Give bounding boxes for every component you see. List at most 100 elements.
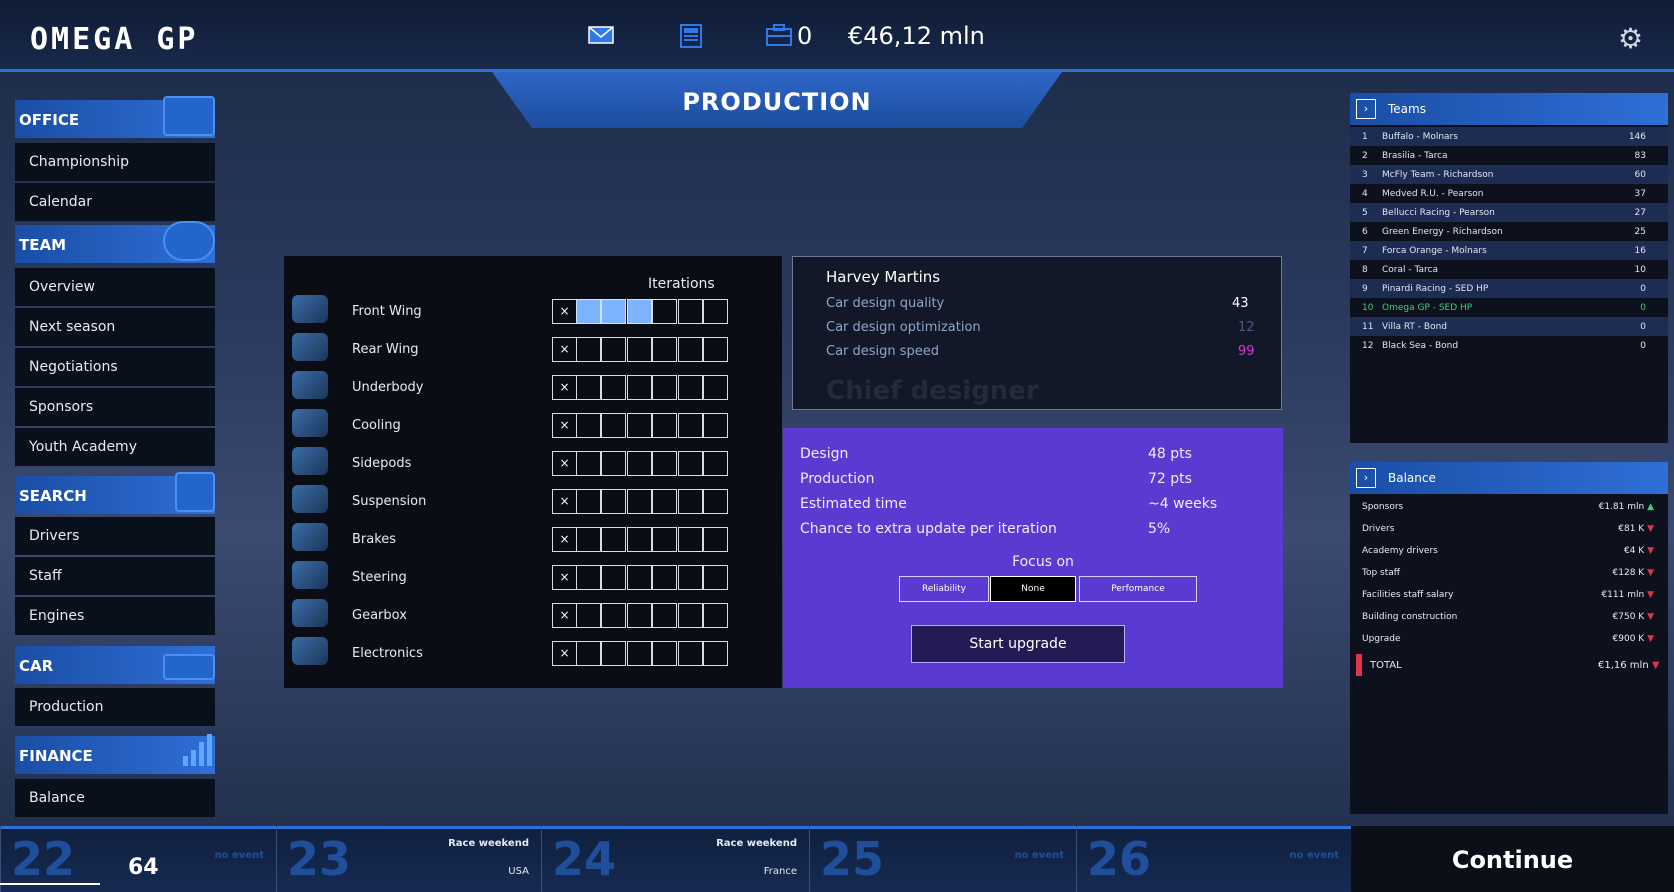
sidebar-item-engines[interactable]: Engines [15,597,215,635]
iteration-slot[interactable] [703,375,728,400]
remove-iteration-button[interactable]: × [552,603,577,628]
iteration-slot[interactable] [601,337,626,362]
remove-iteration-button[interactable]: × [552,451,577,476]
iteration-slot[interactable] [601,375,626,400]
calendar-day[interactable]: 23 Race weekend USA [276,826,541,892]
iteration-slot[interactable] [627,527,652,552]
iteration-slot[interactable] [601,527,626,552]
iteration-slot[interactable] [601,641,626,666]
iteration-slot[interactable] [652,641,677,666]
team-row[interactable]: 7 Forca Orange - Molnars 16 [1350,241,1668,260]
sidebar-item-balance[interactable]: Balance [15,779,215,817]
team-row[interactable]: 10 Omega GP - SED HP 0 [1350,298,1668,317]
iteration-slot[interactable] [601,413,626,438]
iteration-slot[interactable] [576,641,601,666]
iteration-slot[interactable] [627,565,652,590]
chevron-right-icon[interactable]: › [1356,99,1376,119]
iteration-slot[interactable] [652,337,677,362]
iteration-slot[interactable] [627,603,652,628]
sidebar-item-production[interactable]: Production [15,688,215,726]
focus-reliability-button[interactable]: Reliability [899,576,989,602]
remove-iteration-button[interactable]: × [552,299,577,324]
sidebar-item-overview[interactable]: Overview [15,268,215,306]
calendar-day[interactable]: 25 no event [809,826,1076,892]
iteration-slot[interactable] [703,451,728,476]
iteration-slot[interactable] [601,565,626,590]
sidebar-item-calendar[interactable]: Calendar [15,183,215,221]
team-row[interactable]: 6 Green Energy - Richardson 25 [1350,222,1668,241]
team-row[interactable]: 2 Brasilia - Tarca 83 [1350,146,1668,165]
team-row[interactable]: 12 Black Sea - Bond 0 [1350,336,1668,355]
team-row[interactable]: 4 Medved R.U. - Pearson 37 [1350,184,1668,203]
iteration-slot[interactable] [627,641,652,666]
iteration-slot[interactable] [652,451,677,476]
iteration-slot[interactable] [678,299,703,324]
iteration-slot[interactable] [652,413,677,438]
news-icon[interactable] [680,24,706,48]
gear-icon[interactable]: ⚙ [1618,22,1643,55]
iteration-slot[interactable] [576,565,601,590]
iteration-slot[interactable] [703,299,728,324]
iteration-slot[interactable] [576,451,601,476]
iteration-slot[interactable] [703,565,728,590]
iteration-slot[interactable] [678,451,703,476]
iteration-slot[interactable] [678,603,703,628]
remove-iteration-button[interactable]: × [552,337,577,362]
sidebar-item-staff[interactable]: Staff [15,557,215,595]
calendar-day[interactable]: 26 no event [1076,826,1351,892]
sidebar-item-next-season[interactable]: Next season [15,308,215,346]
iteration-slot[interactable] [652,603,677,628]
team-row[interactable]: 11 Villa RT - Bond 0 [1350,317,1668,336]
iteration-slot[interactable] [627,375,652,400]
iteration-slot[interactable] [627,489,652,514]
iteration-slot[interactable] [703,641,728,666]
briefcase-icon[interactable] [766,24,792,46]
sidebar-item-drivers[interactable]: Drivers [15,517,215,555]
team-row[interactable]: 3 McFly Team - Richardson 60 [1350,165,1668,184]
iteration-slot[interactable] [678,641,703,666]
iteration-slot[interactable] [678,375,703,400]
remove-iteration-button[interactable]: × [552,527,577,552]
iteration-slot[interactable] [678,337,703,362]
iteration-slot[interactable] [703,603,728,628]
remove-iteration-button[interactable]: × [552,565,577,590]
iteration-slot[interactable] [576,375,601,400]
sidebar-item-sponsors[interactable]: Sponsors [15,388,215,426]
team-row[interactable]: 8 Coral - Tarca 10 [1350,260,1668,279]
iteration-slot[interactable] [703,413,728,438]
iteration-slot[interactable] [627,451,652,476]
iteration-slot[interactable] [703,489,728,514]
mail-icon[interactable] [588,24,614,46]
sidebar-item-youth-academy[interactable]: Youth Academy [15,428,215,466]
start-upgrade-button[interactable]: Start upgrade [911,625,1125,663]
iteration-slot[interactable] [678,565,703,590]
focus-performance-button[interactable]: Perfomance [1079,576,1197,602]
iteration-slot[interactable] [652,489,677,514]
iteration-slot[interactable] [652,299,677,324]
iteration-slot[interactable] [601,451,626,476]
iteration-slot[interactable] [601,489,626,514]
sidebar-item-championship[interactable]: Championship [15,143,215,181]
iteration-slot[interactable] [703,527,728,552]
iteration-slot[interactable] [576,299,601,324]
team-row[interactable]: 1 Buffalo - Molnars 146 [1350,127,1668,146]
iteration-slot[interactable] [652,527,677,552]
remove-iteration-button[interactable]: × [552,641,577,666]
iteration-slot[interactable] [627,337,652,362]
iteration-slot[interactable] [601,299,626,324]
chevron-right-icon[interactable]: › [1356,468,1376,488]
team-row[interactable]: 9 Pinardi Racing - SED HP 0 [1350,279,1668,298]
iteration-slot[interactable] [576,337,601,362]
remove-iteration-button[interactable]: × [552,413,577,438]
iteration-slot[interactable] [678,489,703,514]
iteration-slot[interactable] [678,527,703,552]
iteration-slot[interactable] [576,413,601,438]
iteration-slot[interactable] [652,375,677,400]
calendar-day[interactable]: 24 Race weekend France [541,826,809,892]
remove-iteration-button[interactable]: × [552,489,577,514]
iteration-slot[interactable] [627,299,652,324]
remove-iteration-button[interactable]: × [552,375,577,400]
iteration-slot[interactable] [576,603,601,628]
iteration-slot[interactable] [576,489,601,514]
iteration-slot[interactable] [576,527,601,552]
